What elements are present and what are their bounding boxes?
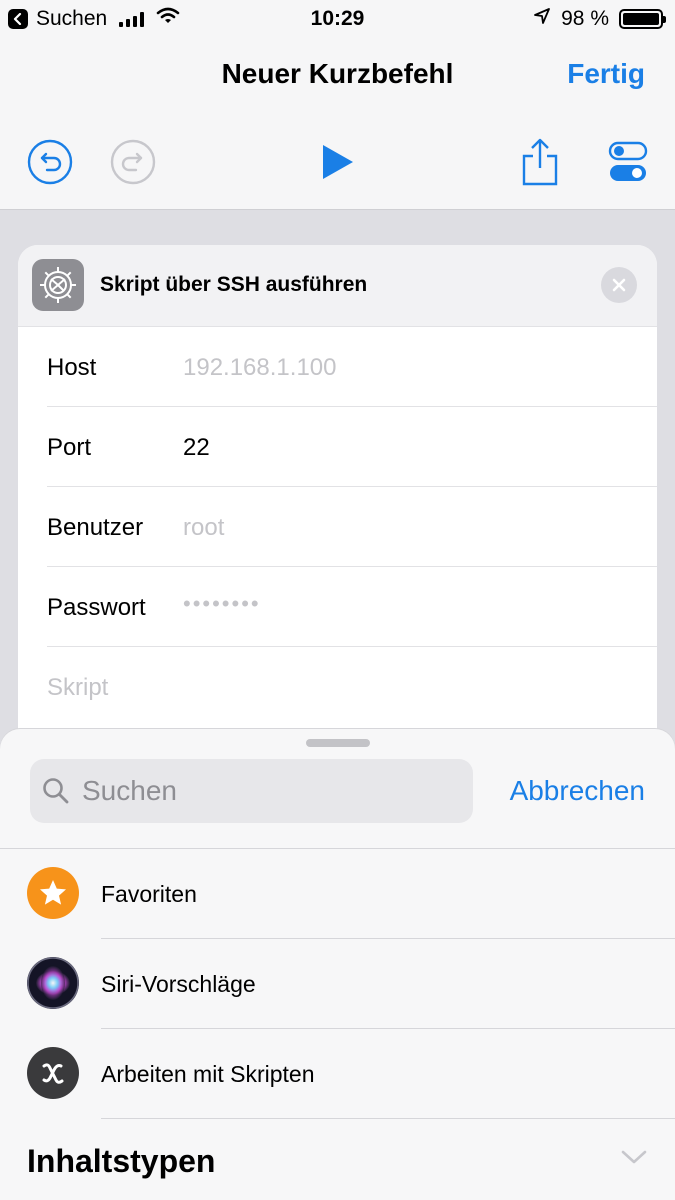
- navigation-bar: Neuer Kurzbefehl Fertig: [0, 38, 675, 118]
- divider: [101, 1118, 675, 1119]
- password-field-row[interactable]: Passwort ••••••••: [47, 567, 657, 647]
- battery-percentage: 98 %: [561, 7, 609, 30]
- user-field-row[interactable]: Benutzer root: [47, 487, 657, 567]
- user-input[interactable]: root: [183, 514, 224, 542]
- password-input[interactable]: ••••••••: [183, 591, 261, 617]
- cancel-button[interactable]: Abbrechen: [510, 775, 645, 807]
- user-label: Benutzer: [47, 514, 144, 541]
- list-item-favorites[interactable]: Favoriten: [0, 849, 675, 939]
- battery-icon: [619, 9, 666, 29]
- list-item-label: Arbeiten mit Skripten: [101, 1061, 315, 1087]
- script-field-row[interactable]: Skript: [47, 647, 657, 727]
- done-button[interactable]: Fertig: [567, 58, 645, 90]
- status-bar: Suchen 10:29 98 %: [0, 0, 675, 38]
- content-types-section-title[interactable]: Inhaltstypen: [27, 1143, 215, 1180]
- scripting-icon: [27, 1047, 79, 1099]
- action-title: Skript über SSH ausführen: [100, 273, 368, 296]
- list-item-scripting[interactable]: Arbeiten mit Skripten: [0, 1029, 675, 1119]
- password-label: Passwort: [47, 594, 146, 621]
- list-item-label: Favoriten: [101, 881, 197, 907]
- run-button[interactable]: [313, 138, 361, 186]
- list-item-label: Siri-Vorschläge: [101, 971, 256, 997]
- list-item-siri-suggestions[interactable]: Siri-Vorschläge: [0, 939, 675, 1029]
- editor-toolbar: [0, 118, 675, 210]
- location-arrow-icon: [533, 7, 551, 31]
- search-input[interactable]: [82, 759, 462, 823]
- action-header: Skript über SSH ausführen: [18, 245, 657, 327]
- star-icon: [27, 867, 79, 919]
- chevron-down-icon[interactable]: [621, 1149, 647, 1170]
- play-icon: [323, 145, 353, 179]
- port-field-row[interactable]: Port 22: [47, 407, 657, 487]
- host-input[interactable]: 192.168.1.100: [183, 354, 336, 382]
- remove-action-button[interactable]: [601, 267, 637, 303]
- close-icon: [612, 278, 626, 292]
- search-field[interactable]: [30, 759, 473, 823]
- share-button[interactable]: [516, 138, 564, 186]
- host-field-row[interactable]: Host 192.168.1.100: [47, 327, 657, 407]
- gear-icon: [32, 259, 84, 311]
- script-input[interactable]: Skript: [47, 674, 108, 702]
- host-label: Host: [47, 354, 97, 381]
- ssh-action-card: Skript über SSH ausführen Host 192.168.1…: [18, 245, 657, 765]
- search-icon: [42, 777, 70, 810]
- share-icon: [522, 138, 558, 186]
- port-label: Port: [47, 434, 92, 461]
- siri-icon: [27, 957, 79, 1009]
- undo-icon: [27, 139, 73, 185]
- settings-toggle-button[interactable]: [604, 138, 652, 186]
- action-picker-sheet: Abbrechen Favoriten: [0, 729, 675, 1200]
- sheet-grabber[interactable]: [306, 739, 370, 747]
- toggle-settings-icon: [608, 141, 648, 181]
- redo-icon: [110, 139, 156, 185]
- undo-button[interactable]: [26, 138, 74, 186]
- redo-button[interactable]: [109, 138, 157, 186]
- port-input[interactable]: 22: [183, 434, 210, 462]
